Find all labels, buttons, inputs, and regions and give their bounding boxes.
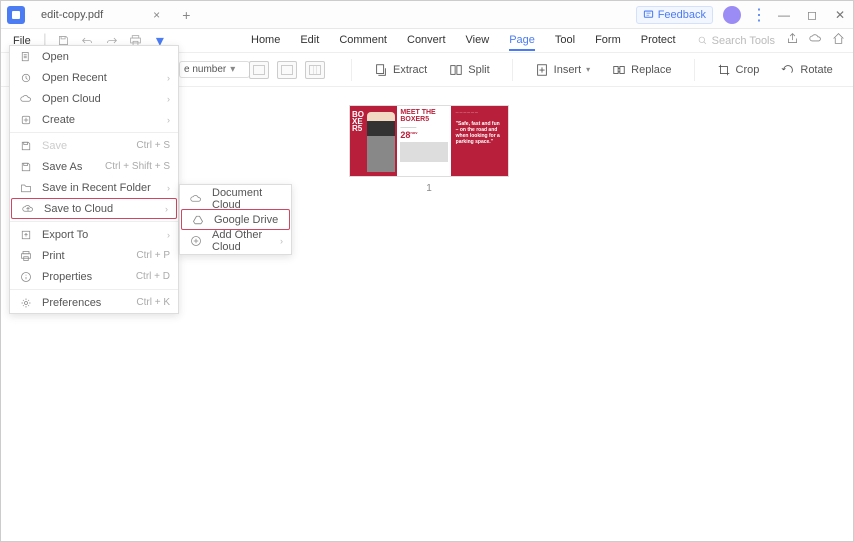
save-to-cloud-submenu: Document CloudGoogle DriveAdd Other Clou… xyxy=(179,184,292,255)
extract-icon xyxy=(374,63,388,77)
cloud-submenu-item-google-drive[interactable]: Google Drive xyxy=(181,209,290,230)
split-icon xyxy=(449,63,463,77)
file-menu-item-save: SaveCtrl + S xyxy=(10,135,178,156)
print-icon xyxy=(18,250,34,262)
saveas-icon xyxy=(18,161,34,173)
minimize-button[interactable]: — xyxy=(777,8,791,22)
rotate-icon xyxy=(781,63,795,77)
file-menu-item-export-to[interactable]: Export To› xyxy=(10,224,178,245)
cloud-icon xyxy=(188,193,204,205)
replace-icon xyxy=(612,63,626,77)
info-icon xyxy=(18,271,34,283)
tab-tool[interactable]: Tool xyxy=(555,31,575,51)
file-menu-item-save-in-recent-folder[interactable]: Save in Recent Folder› xyxy=(10,177,178,198)
layout-grid-button[interactable] xyxy=(305,61,325,79)
close-tab-icon[interactable]: × xyxy=(153,8,160,22)
save-icon xyxy=(18,140,34,152)
export-icon xyxy=(18,229,34,241)
crop-icon xyxy=(717,63,731,77)
folder-icon xyxy=(18,182,34,194)
tab-view[interactable]: View xyxy=(466,31,490,51)
search-icon xyxy=(697,35,708,46)
caret-right-icon: › xyxy=(280,236,283,246)
caret-right-icon: › xyxy=(167,115,170,125)
tab-protect[interactable]: Protect xyxy=(641,31,676,51)
crop-button[interactable]: Crop xyxy=(717,63,760,77)
tab-edit[interactable]: Edit xyxy=(300,31,319,51)
feedback-icon xyxy=(643,9,654,20)
file-menu-item-properties[interactable]: PropertiesCtrl + D xyxy=(10,266,178,287)
tab-comment[interactable]: Comment xyxy=(339,31,387,51)
caret-right-icon: › xyxy=(167,73,170,83)
insert-icon xyxy=(535,63,549,77)
close-button[interactable]: ✕ xyxy=(833,8,847,22)
drive-icon xyxy=(190,214,206,226)
plus-icon xyxy=(18,114,34,126)
split-button[interactable]: Split xyxy=(449,63,489,77)
file-menu-item-open-cloud[interactable]: Open Cloud› xyxy=(10,88,178,109)
avatar[interactable] xyxy=(723,6,741,24)
feedback-button[interactable]: Feedback xyxy=(636,6,713,24)
file-menu-item-open[interactable]: Open xyxy=(10,46,178,67)
file-menu-item-save-to-cloud[interactable]: Save to Cloud› xyxy=(11,198,177,219)
search-tools[interactable]: Search Tools xyxy=(697,35,775,47)
tab-convert[interactable]: Convert xyxy=(407,31,446,51)
extract-button[interactable]: Extract xyxy=(374,63,427,77)
caret-right-icon: › xyxy=(165,204,168,214)
file-menu-item-save-as[interactable]: Save AsCtrl + Shift + S xyxy=(10,156,178,177)
gear-icon xyxy=(18,297,34,309)
layout-double-button[interactable] xyxy=(277,61,297,79)
add-icon xyxy=(188,235,204,247)
file-menu: OpenOpen Recent›Open Cloud›Create› SaveCt… xyxy=(9,45,179,314)
page-number-label: 1 xyxy=(349,183,509,194)
insert-button[interactable]: Insert▾ xyxy=(535,63,591,77)
page-number-select[interactable]: e number xyxy=(179,61,250,78)
feedback-label: Feedback xyxy=(658,9,706,21)
file-menu-item-print[interactable]: PrintCtrl + P xyxy=(10,245,178,266)
caret-right-icon: › xyxy=(167,183,170,193)
doc-icon xyxy=(18,51,34,63)
kebab-menu-icon[interactable]: ⋮ xyxy=(751,5,767,25)
cloud-submenu-item-document-cloud[interactable]: Document Cloud xyxy=(180,188,291,209)
page-thumbnail[interactable]: BOXER5 MEET THE BOXER5 ———— 28nov — — — … xyxy=(349,105,509,194)
search-placeholder: Search Tools xyxy=(712,35,775,47)
replace-button[interactable]: Replace xyxy=(612,63,671,77)
maximize-button[interactable]: ◻ xyxy=(805,8,819,22)
tab-form[interactable]: Form xyxy=(595,31,621,51)
home-icon[interactable] xyxy=(832,32,845,50)
cloud-icon xyxy=(18,93,34,105)
file-menu-item-open-recent[interactable]: Open Recent› xyxy=(10,67,178,88)
file-menu-item-create[interactable]: Create› xyxy=(10,109,178,130)
recent-icon xyxy=(18,72,34,84)
share-icon[interactable] xyxy=(786,32,799,50)
layout-single-button[interactable] xyxy=(249,61,269,79)
page-image: BOXER5 MEET THE BOXER5 ———— 28nov — — — … xyxy=(349,105,509,177)
caret-right-icon: › xyxy=(167,230,170,240)
cloud-icon[interactable] xyxy=(809,32,822,50)
tab-home[interactable]: Home xyxy=(251,31,280,51)
new-tab-button[interactable]: + xyxy=(182,7,190,23)
cloud-submenu-item-add-other-cloud[interactable]: Add Other Cloud› xyxy=(180,230,291,251)
rotate-button[interactable]: Rotate xyxy=(781,63,832,77)
tab-page[interactable]: Page xyxy=(509,31,535,51)
app-icon xyxy=(7,6,25,24)
tab-filename: edit-copy.pdf xyxy=(41,9,103,21)
document-tab[interactable]: edit-copy.pdf × xyxy=(31,1,170,29)
upload-icon xyxy=(20,203,36,215)
file-menu-item-preferences[interactable]: PreferencesCtrl + K xyxy=(10,292,178,313)
caret-right-icon: › xyxy=(167,94,170,104)
